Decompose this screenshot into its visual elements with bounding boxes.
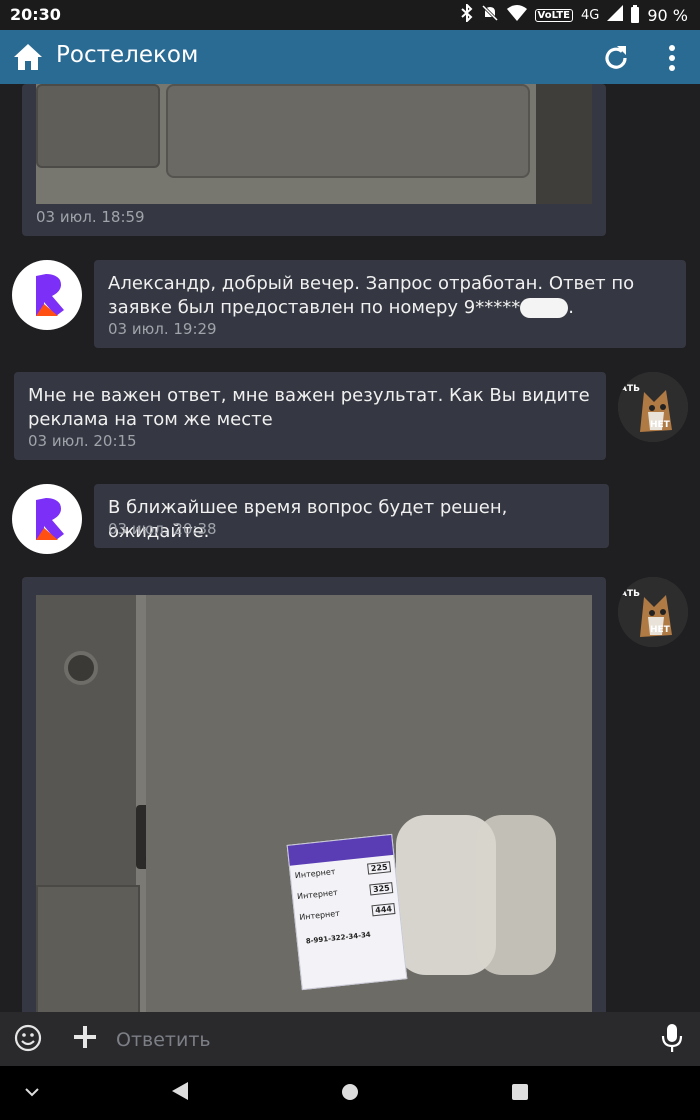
message-photo[interactable]: [36, 84, 592, 204]
photo-screw: [64, 651, 98, 685]
message-time: 03 июл. 19:29: [108, 320, 217, 338]
ad-poster-label: Интернет: [294, 867, 336, 881]
ad-poster-row: Интернет 325: [297, 882, 394, 903]
message-text-line: реклама на том же месте: [28, 409, 273, 430]
volte-badge: VoLTE: [534, 8, 573, 22]
message-time: 03 июл. 20:38: [108, 520, 217, 538]
avatar-caption-bottom: НЕТ: [650, 625, 670, 635]
photo-sticker-remains: [476, 815, 556, 975]
system-nav-bar: [0, 1066, 700, 1120]
photo-panel: [36, 885, 140, 1015]
network-type: 4G: [580, 7, 600, 23]
message-text: Александр, добрый вечер. Запрос отработа…: [108, 272, 634, 320]
cat-avatar-icon: [618, 372, 688, 442]
message-text: Мне не важен ответ, мне важен результат.…: [28, 384, 590, 432]
message-time: 03 июл. 18:59: [36, 208, 145, 226]
message-photo[interactable]: Интернет 225 Интернет 325 Интернет 444 8…: [36, 595, 592, 1015]
bluetooth-icon: [460, 2, 473, 26]
rostelecom-avatar[interactable]: [12, 260, 82, 330]
user-avatar[interactable]: АТЬ НЕТ: [618, 577, 688, 647]
avatar-caption-bottom: НЕТ: [650, 420, 670, 430]
message-bubble-incoming[interactable]: Александр, добрый вечер. Запрос отработа…: [94, 260, 686, 348]
message-image-bubble[interactable]: Интернет 225 Интернет 325 Интернет 444 8…: [22, 577, 606, 1017]
photo-shadow: [536, 84, 592, 204]
status-bar: 20:30 VoLTE 4G 90 %: [0, 0, 700, 30]
message-bubble-outgoing[interactable]: Мне не важен ответ, мне важен результат.…: [14, 372, 606, 460]
attach-plus-icon[interactable]: [72, 1024, 98, 1050]
message-image-bubble[interactable]: 03 июл. 18:59: [22, 84, 606, 236]
photo-panel: [36, 84, 160, 168]
ad-poster-price: 225: [367, 861, 392, 875]
battery-level: 90 %: [647, 5, 688, 25]
more-options-icon[interactable]: [660, 42, 684, 74]
ad-poster: Интернет 225 Интернет 325 Интернет 444 8…: [286, 833, 408, 991]
ad-poster-phone: 8-991-322-34-34: [305, 930, 372, 946]
ad-poster-row: Интернет 225: [294, 861, 392, 882]
status-icons: VoLTE 4G 90 %: [460, 2, 688, 26]
ad-poster-label: Интернет: [298, 908, 341, 922]
cat-avatar-icon: [618, 577, 688, 647]
rostelecom-avatar[interactable]: [12, 484, 82, 554]
message-text-line: Мне не важен ответ, мне важен результат.…: [28, 385, 590, 406]
message-time: 03 июл. 20:15: [28, 432, 137, 450]
message-bubble-incoming[interactable]: В ближайшее время вопрос будет решен, ож…: [94, 484, 609, 548]
emoji-icon[interactable]: [14, 1024, 42, 1052]
back-icon[interactable]: [170, 1080, 190, 1102]
ad-poster-price: 444: [371, 903, 396, 917]
rostelecom-logo-icon: [36, 274, 64, 316]
hide-keyboard-icon[interactable]: [24, 1086, 40, 1098]
photo-panel: [166, 84, 530, 178]
avatar-caption-top: АТЬ: [620, 589, 640, 599]
user-avatar[interactable]: АТЬ НЕТ: [618, 372, 688, 442]
app-bar: Ростелеком: [0, 30, 700, 84]
message-text-line: заявке был предоставлен по номеру 9*****…: [108, 297, 574, 318]
signal-icon: [607, 5, 624, 25]
refresh-icon[interactable]: [600, 42, 632, 74]
battery-icon: [631, 5, 640, 23]
wifi-icon: [506, 5, 527, 25]
avatar-caption-top: АТЬ: [620, 384, 640, 394]
reply-bar: [0, 1012, 700, 1066]
message-text-line: Александр, добрый вечер. Запрос отработа…: [108, 273, 635, 294]
microphone-icon[interactable]: [660, 1022, 684, 1054]
ad-poster-row: Интернет 444: [299, 903, 396, 924]
home-icon[interactable]: [12, 42, 44, 72]
status-time: 20:30: [10, 5, 61, 24]
redacted-blur: [520, 298, 569, 318]
ad-poster-label: Интернет: [296, 887, 339, 902]
home-nav-icon[interactable]: [340, 1082, 360, 1102]
rostelecom-logo-icon: [36, 498, 64, 540]
reply-input[interactable]: [114, 1020, 638, 1060]
mute-bell-icon: [481, 4, 499, 26]
recents-icon[interactable]: [510, 1082, 530, 1102]
ad-poster-price: 325: [369, 882, 394, 896]
page-title: Ростелеком: [56, 42, 199, 68]
